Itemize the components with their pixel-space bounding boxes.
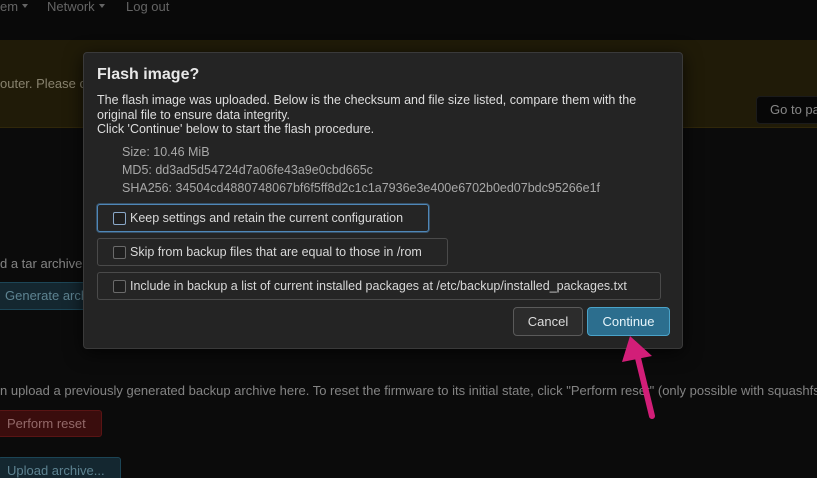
include-packages-option[interactable]: Include in backup a list of current inst…	[97, 272, 661, 300]
skip-rom-files-label: Skip from backup files that are equal to…	[130, 245, 422, 259]
flash-image-dialog: Flash image? The flash image was uploade…	[83, 52, 683, 349]
annotation-arrow-icon	[622, 336, 655, 419]
cancel-button[interactable]: Cancel	[513, 307, 583, 336]
skip-rom-files-option[interactable]: Skip from backup files that are equal to…	[97, 238, 448, 266]
include-packages-checkbox[interactable]	[113, 280, 126, 293]
dialog-description-line: The flash image was uploaded. Below is t…	[97, 93, 637, 122]
dialog-description: The flash image was uploaded. Below is t…	[97, 93, 677, 137]
file-size-text: Size: 10.46 MiB	[122, 145, 210, 159]
skip-rom-files-checkbox[interactable]	[113, 246, 126, 259]
include-packages-label: Include in backup a list of current inst…	[130, 279, 627, 293]
dialog-description-line: Click 'Continue' below to start the flas…	[97, 122, 375, 136]
md5-checksum-text: MD5: dd3ad5d54724d7a06fe43a9e0cbd665c	[122, 163, 373, 177]
dialog-title: Flash image?	[97, 66, 200, 83]
keep-settings-label: Keep settings and retain the current con…	[130, 211, 404, 225]
sha256-checksum-text: SHA256: 34504cd4880748067bf6f5ff8d2c1c1a…	[122, 181, 600, 195]
keep-settings-option[interactable]: Keep settings and retain the current con…	[97, 204, 429, 232]
keep-settings-checkbox[interactable]	[113, 212, 126, 225]
